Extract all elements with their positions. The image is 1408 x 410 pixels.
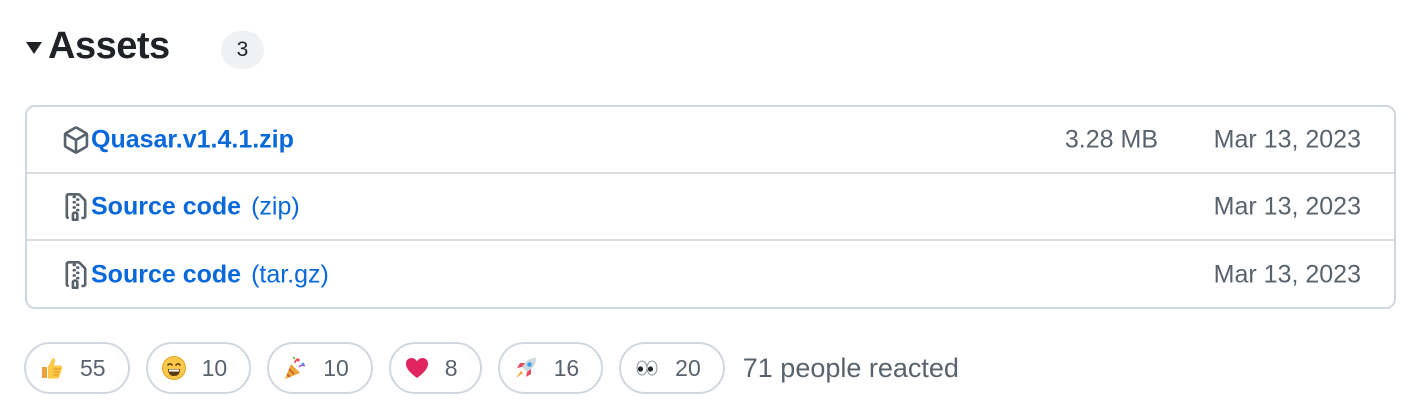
reaction-heart-button[interactable]: 8: [388, 342, 482, 394]
reaction-laugh-button[interactable]: 10: [145, 342, 252, 394]
reaction-count: 16: [553, 354, 580, 381]
reaction-thumbs-up-button[interactable]: 55: [24, 342, 130, 394]
asset-row: Source code (zip) Mar 13, 2023: [27, 174, 1394, 241]
laugh-icon: [160, 354, 188, 382]
asset-format: (zip): [251, 192, 300, 220]
source-code-targz-link[interactable]: Source code: [91, 260, 241, 289]
reaction-count: 20: [675, 354, 701, 381]
hooray-icon: [281, 354, 309, 382]
reaction-eyes-button[interactable]: 20: [619, 342, 725, 394]
asset-date: Mar 13, 2023: [1213, 125, 1361, 153]
source-code-zip-link[interactable]: Source code: [91, 192, 241, 221]
asset-row: Quasar.v1.4.1.zip 3.28 MB Mar 13, 2023: [27, 107, 1394, 174]
file-zip-icon: [61, 192, 91, 222]
thumbs-up-icon: [38, 354, 66, 382]
assets-list: Quasar.v1.4.1.zip 3.28 MB Mar 13, 2023 S…: [25, 105, 1396, 309]
reaction-rocket-button[interactable]: 16: [497, 342, 604, 394]
asset-date: Mar 13, 2023: [1213, 192, 1361, 220]
asset-name: Quasar.v1.4.1.zip: [91, 125, 304, 154]
assets-count-badge: 3: [221, 31, 264, 69]
reactions-summary: 71 people reacted: [742, 352, 959, 383]
reaction-count: 10: [323, 354, 349, 381]
reaction-count: 8: [444, 354, 458, 381]
eyes-icon: [633, 354, 661, 382]
asset-format: (tar.gz): [251, 260, 329, 288]
caret-down-icon: [26, 42, 42, 54]
reaction-hooray-button[interactable]: 10: [267, 342, 373, 394]
reaction-count: 55: [80, 354, 106, 381]
asset-size: 3.28 MB: [1064, 125, 1158, 153]
asset-download-link[interactable]: Quasar.v1.4.1.zip: [91, 125, 294, 154]
assets-toggle[interactable]: Assets: [26, 20, 170, 72]
reaction-count: 10: [201, 354, 228, 381]
asset-name: Source code (tar.gz): [91, 260, 329, 289]
asset-name: Source code (zip): [91, 192, 300, 221]
heart-icon: [403, 354, 431, 382]
asset-row: Source code (tar.gz) Mar 13, 2023: [27, 241, 1394, 307]
rocket-icon: [512, 354, 540, 382]
reactions-bar: 55 10 10 8 16 20 71 people reacted: [24, 342, 959, 394]
asset-date: Mar 13, 2023: [1213, 260, 1361, 288]
assets-title: Assets: [48, 24, 170, 67]
package-icon: [61, 125, 91, 155]
file-zip-icon: [61, 260, 91, 290]
